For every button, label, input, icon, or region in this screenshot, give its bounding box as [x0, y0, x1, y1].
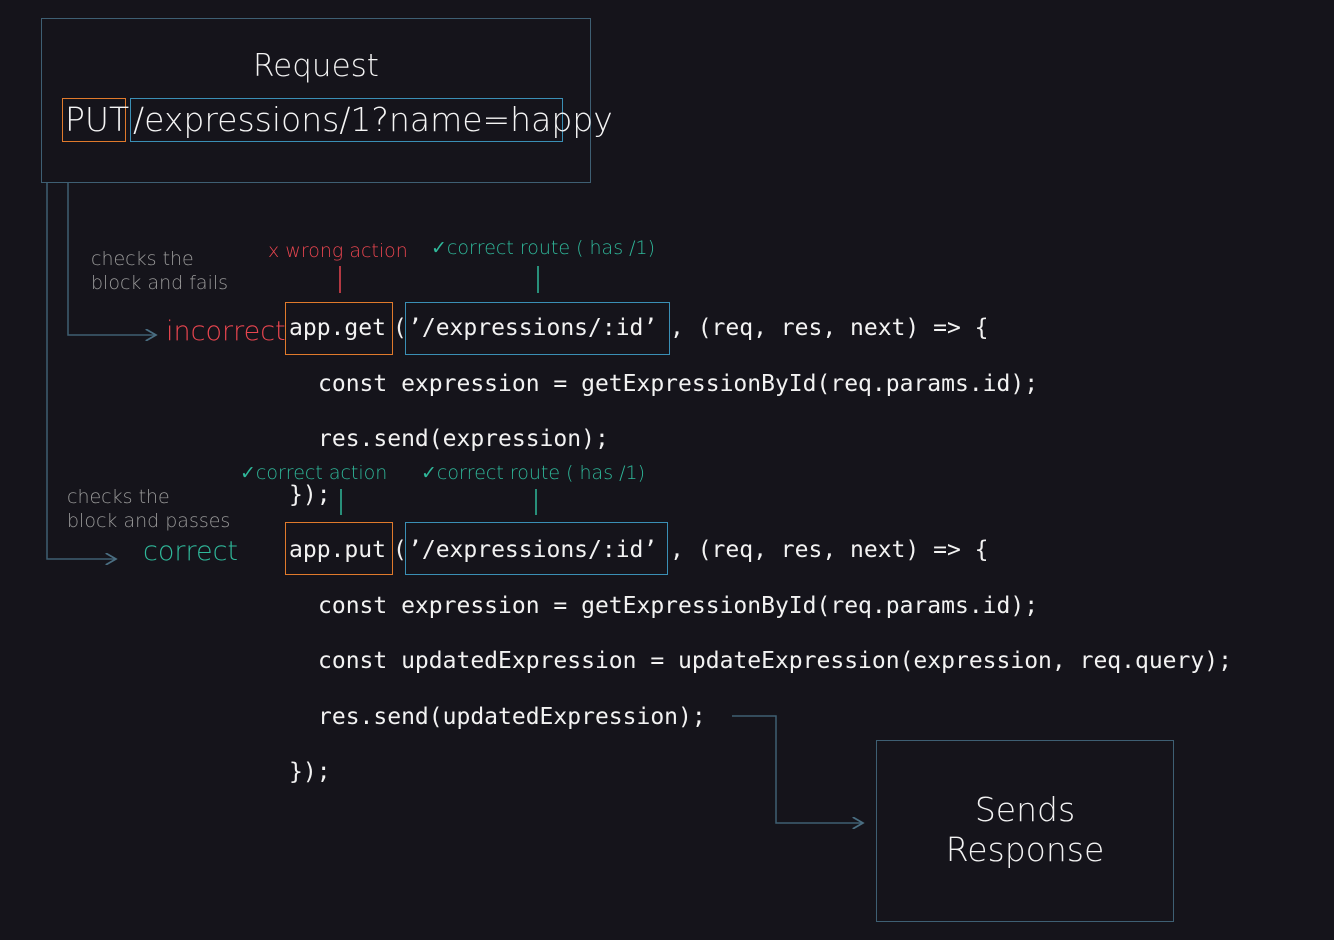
get-route-note-text: correct route ( has /1)	[446, 237, 656, 259]
get-line2: const expression = getExpressionById(req…	[318, 371, 1039, 397]
get-route-note: ✓correct route ( has /1)	[431, 237, 655, 259]
check-icon: ✓	[240, 462, 256, 484]
put-close: });	[289, 759, 331, 785]
check-icon: ✓	[421, 462, 437, 484]
correct-label: correct	[143, 536, 239, 567]
incorrect-label: incorrect	[166, 316, 286, 347]
put-rest: , (req, res, next) => {	[670, 537, 989, 563]
put-line2: const expression = getExpressionById(req…	[318, 593, 1039, 619]
request-url: /expressions/1?name=happy	[133, 100, 613, 139]
get-rest: , (req, res, next) => {	[670, 315, 989, 341]
correct-note-line1: checks the	[67, 486, 170, 508]
correct-action-note: ✓correct action	[240, 462, 387, 484]
correct-note-line2: block and passes	[67, 510, 231, 532]
correct-action-note-text: correct action	[255, 462, 388, 484]
response-line2: Response	[945, 830, 1105, 869]
correct-note: checks the block and passes	[67, 485, 230, 533]
response-line1: Sends	[974, 790, 1076, 829]
put-route-note: ✓correct route ( has /1)	[421, 462, 645, 484]
put-method: app.put	[289, 537, 386, 563]
response-connector	[732, 715, 863, 823]
put-line4: res.send(updatedExpression);	[318, 704, 706, 730]
incorrect-note: checks the block and fails	[91, 247, 228, 295]
get-route: ’/expressions/:id’	[408, 315, 658, 341]
put-line3: const updatedExpression = updateExpressi…	[318, 648, 1232, 674]
response-text: Sends Response	[876, 790, 1174, 870]
put-open-paren: (	[393, 537, 407, 563]
wrong-action-note: x wrong action	[268, 240, 408, 262]
get-open-paren: (	[393, 315, 407, 341]
incorrect-note-line2: block and fails	[91, 272, 229, 294]
get-line3: res.send(expression);	[318, 426, 609, 452]
check-icon: ✓	[431, 237, 447, 259]
request-method: PUT	[65, 100, 130, 139]
incorrect-note-line1: checks the	[91, 248, 194, 270]
put-route: ’/expressions/:id’	[408, 537, 658, 563]
get-close: });	[289, 482, 331, 508]
request-title: Request	[253, 48, 379, 84]
put-route-note-text: correct route ( has /1)	[436, 462, 646, 484]
get-method: app.get	[289, 315, 386, 341]
